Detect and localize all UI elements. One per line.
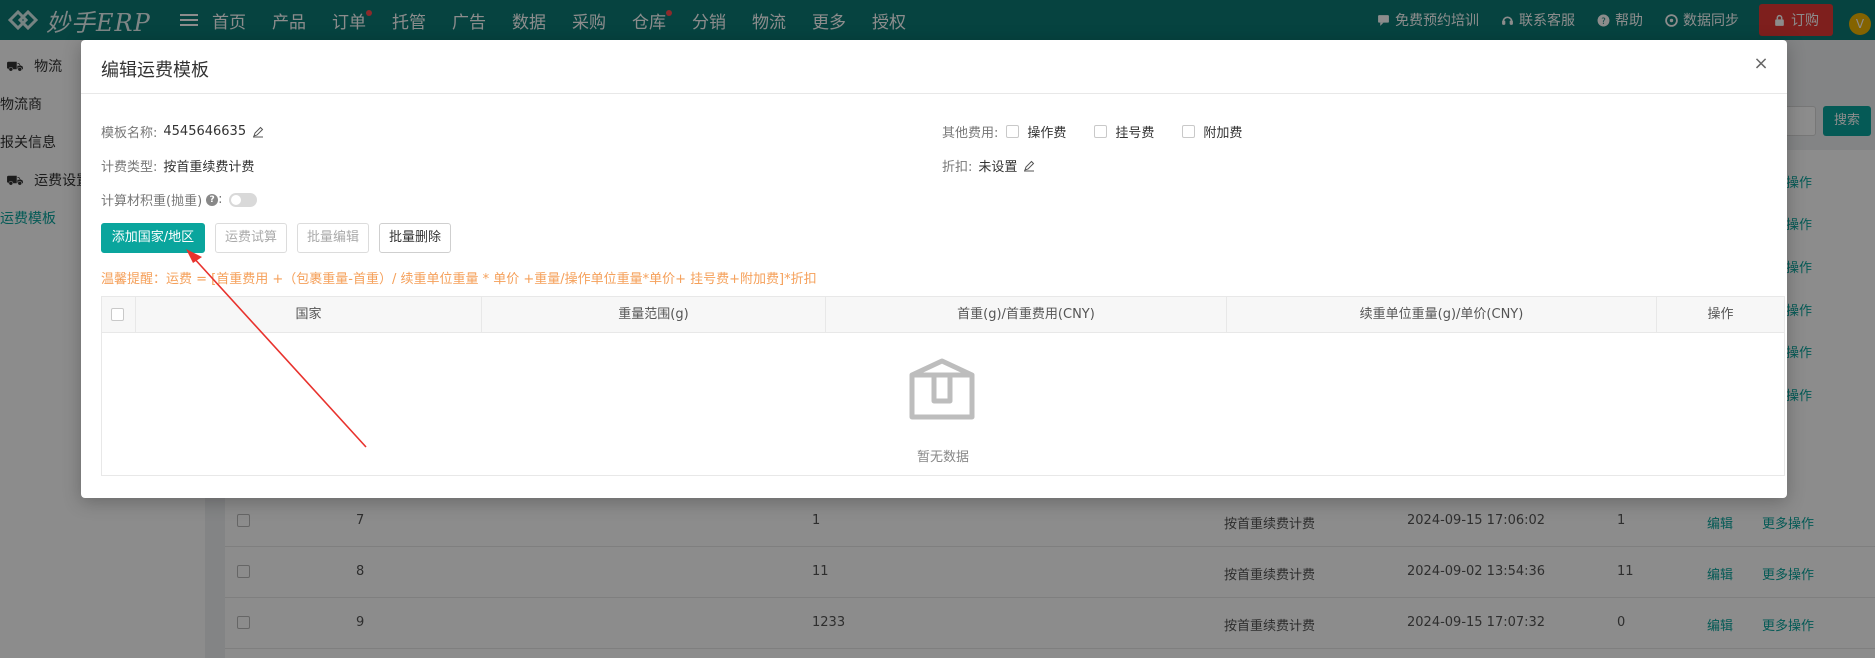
annotation-arrow-icon bbox=[186, 249, 367, 448]
